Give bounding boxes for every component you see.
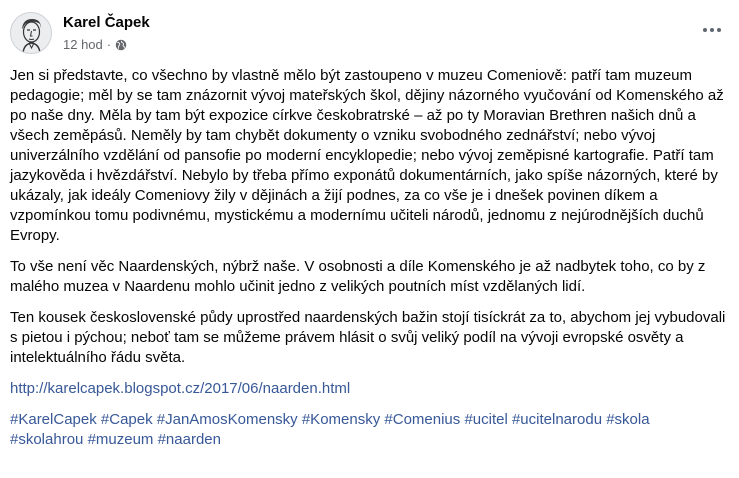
author-name[interactable]: Karel Čapek [63, 14, 150, 31]
hashtag-link[interactable]: #Capek [101, 411, 153, 428]
more-options-button[interactable] [697, 18, 727, 42]
hashtag-link[interactable]: #ucitel [464, 411, 507, 428]
hashtag-link[interactable]: #KarelCapek [10, 411, 97, 428]
post-meta: 12 hod · [63, 37, 127, 52]
post-time[interactable]: 12 hod [63, 37, 103, 52]
post-body: Jen si představte, co všechno by vlastně… [10, 66, 726, 450]
portrait-sketch-icon [11, 13, 51, 53]
hashtag-link[interactable]: #Komensky [302, 411, 380, 428]
hashtag-link[interactable]: #naarden [158, 431, 221, 448]
more-horizontal-icon [703, 28, 707, 32]
hashtag-link[interactable]: #skolahrou [10, 431, 83, 448]
hashtag-list: #KarelCapek #Capek #JanAmosKomensky #Kom… [10, 410, 726, 450]
hashtag-link[interactable]: #ucitelnarodu [512, 411, 602, 428]
facebook-post: Karel Čapek 12 hod · Jen si představte, … [0, 0, 739, 478]
globe-icon[interactable] [115, 39, 127, 51]
hashtag-link[interactable]: #skola [606, 411, 649, 428]
avatar[interactable] [10, 12, 52, 54]
hashtag-link[interactable]: #JanAmosKomensky [157, 411, 298, 428]
post-paragraph: Ten kousek československé půdy uprostřed… [10, 309, 726, 366]
more-horizontal-icon [717, 28, 721, 32]
more-horizontal-icon [710, 28, 714, 32]
post-paragraph: To vše není věc Naardenských, nýbrž naše… [10, 258, 706, 295]
post-link[interactable]: http://karelcapek.blogspot.cz/2017/06/na… [10, 380, 350, 397]
hashtag-link[interactable]: #muzeum [88, 431, 154, 448]
hashtag-link[interactable]: #Comenius [384, 411, 460, 428]
post-paragraph: Jen si představte, co všechno by vlastně… [10, 67, 724, 244]
meta-separator: · [106, 37, 112, 52]
